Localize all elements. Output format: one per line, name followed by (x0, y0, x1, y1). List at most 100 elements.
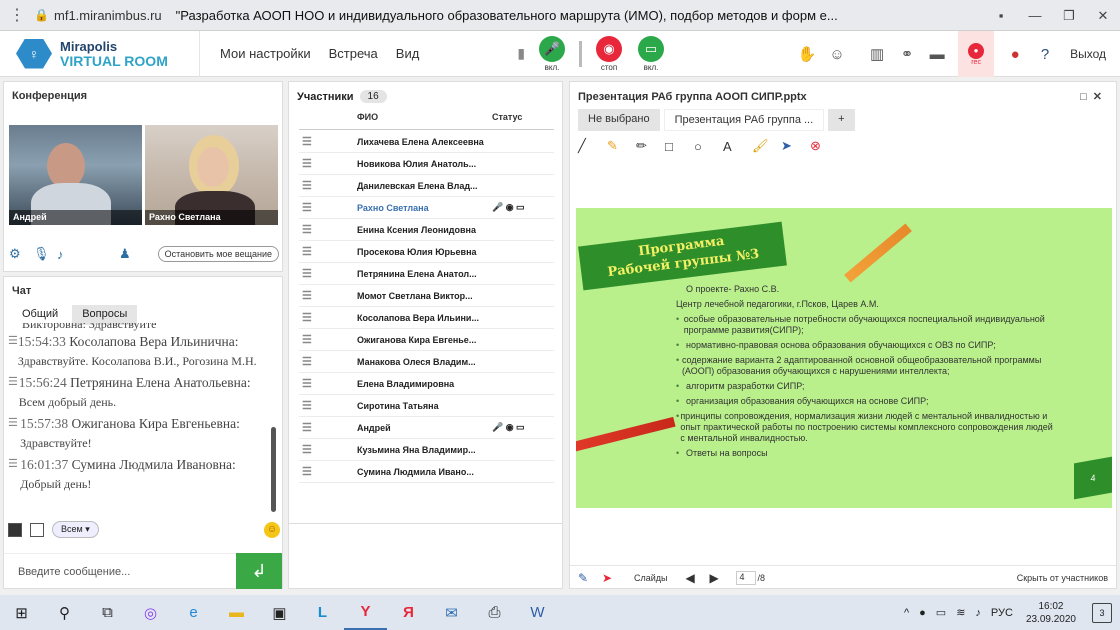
volume-slider[interactable] (579, 40, 583, 67)
webcam-settings-icon[interactable]: ⚙ (9, 246, 33, 262)
speaker-settings-icon[interactable]: ♪ (57, 247, 81, 262)
background-color-button[interactable] (30, 522, 44, 537)
lingvo-icon[interactable]: L (301, 604, 344, 621)
participant-row[interactable]: ☰ Кузьмина Яна Владимир... (299, 439, 554, 461)
participant-row[interactable]: ☰ Елена Владимировна (299, 373, 554, 395)
text-tool-icon[interactable]: A (723, 139, 752, 154)
chart-icon[interactable]: ▥ (862, 45, 892, 63)
tab-general[interactable]: Общий (12, 305, 69, 325)
row-handle-icon[interactable]: ☰ (299, 135, 357, 148)
windows-start-icon[interactable]: ⊞ (0, 604, 43, 622)
edge-icon[interactable]: e (172, 604, 215, 621)
store-icon[interactable]: ▣ (258, 604, 301, 622)
participant-row[interactable]: ☰ Енина Ксения Леонидовна (299, 219, 554, 241)
page-input[interactable]: 4 (735, 570, 756, 585)
emoji-picker-icon[interactable]: ☺ (264, 521, 280, 538)
participant-row[interactable]: ☰ Данилевская Елена Влад... (299, 175, 554, 197)
col-name[interactable]: ФИО (357, 112, 492, 129)
row-handle-icon[interactable]: ☰ (299, 333, 357, 346)
exit-button[interactable]: Выход (1070, 47, 1106, 61)
folder-icon[interactable]: ▬ (922, 46, 952, 63)
participant-row[interactable]: ☰ Просекова Юлия Юрьевна (299, 241, 554, 263)
add-tab-button[interactable]: + (828, 109, 855, 131)
screen-share-toggle[interactable]: ▭ вкл. (638, 35, 665, 72)
recipient-select[interactable]: Всем ▾ (52, 521, 99, 538)
file-explorer-icon[interactable]: ▬ (215, 604, 258, 621)
emoji-icon[interactable]: ☺ (822, 46, 852, 63)
participant-row[interactable]: ☰ Сиротина Татьяна (299, 395, 554, 417)
panel-window-controls[interactable]: □✕ (1080, 90, 1108, 103)
col-status[interactable]: Статус (492, 112, 522, 129)
participant-row[interactable]: ☰ Лихачева Елена Алексеевна (299, 131, 554, 153)
pen-icon[interactable]: ✎ (578, 571, 602, 585)
yandex-icon[interactable]: Я (387, 604, 430, 621)
network-icon[interactable]: ⚭ (892, 45, 922, 63)
camera-toggle[interactable]: ◉ стоп (596, 35, 623, 72)
tray-mic-icon[interactable]: ● (919, 607, 926, 619)
video-tile[interactable]: Рахно Светлана (145, 125, 278, 225)
nav-view[interactable]: Вид (396, 46, 420, 61)
chat-scrollbar[interactable] (271, 427, 276, 512)
row-handle-icon[interactable]: ☰ (299, 443, 357, 456)
tray-chevron-icon[interactable]: ^ (904, 607, 909, 619)
participant-row[interactable]: ☰ Косолапова Вера Ильини... (299, 307, 554, 329)
participant-row[interactable]: ☰ Андрей 🎤 ◉ ▭ (299, 417, 554, 439)
line-tool-icon[interactable]: ╱ (578, 138, 607, 154)
lock-icon[interactable]: 🔒 (34, 8, 54, 22)
help-icon[interactable]: ? (1030, 46, 1060, 63)
send-button[interactable]: ↲ (236, 553, 282, 589)
pointer-tool-icon[interactable]: ➤ (781, 138, 810, 154)
row-handle-icon[interactable]: ☰ (299, 289, 357, 302)
tab-presentation[interactable]: Презентация РАб группа ... (663, 109, 825, 131)
battery-icon[interactable]: ▭ (936, 606, 946, 619)
volume-icon[interactable]: ♪ (975, 607, 981, 619)
mic-settings-icon[interactable]: 🎙 (33, 246, 57, 262)
yandex-browser-icon[interactable]: Y (344, 595, 387, 630)
prev-slide-icon[interactable]: ◀ (686, 571, 710, 585)
row-handle-icon[interactable]: ☰ (299, 245, 357, 258)
slides-label[interactable]: Слайды (634, 573, 668, 583)
participant-row[interactable]: ☰ Сумина Людмила Ивано... (299, 461, 554, 483)
row-handle-icon[interactable]: ☰ (299, 311, 357, 324)
participant-row[interactable]: ☰ Петрянина Елена Анатол... (299, 263, 554, 285)
mail-icon[interactable]: ✉ (430, 604, 473, 622)
row-handle-icon[interactable]: ☰ (299, 465, 357, 478)
row-handle-icon[interactable]: ☰ (299, 421, 357, 434)
text-color-button[interactable] (8, 522, 22, 537)
clear-tool-icon[interactable]: ⊗ (810, 138, 839, 154)
printer-icon[interactable]: ⎙ (473, 604, 516, 621)
participant-row[interactable]: ☰ Манакова Олеся Владим... (299, 351, 554, 373)
tab-not-selected[interactable]: Не выбрано (578, 109, 660, 131)
brush-tool-icon[interactable]: 🖌 (752, 138, 781, 154)
row-handle-icon[interactable]: ☰ (299, 179, 357, 192)
raise-hand-icon[interactable]: ✋ (792, 45, 822, 63)
task-view-icon[interactable]: ⧉ (86, 604, 129, 621)
participant-row[interactable]: ☰ Новикова Юлия Анатоль... (299, 153, 554, 175)
ellipse-tool-icon[interactable]: ○ (694, 139, 723, 154)
user-icon[interactable]: ♟ (119, 246, 143, 262)
more-vert-icon[interactable]: ⋮ (0, 5, 34, 25)
participant-row[interactable]: ☰ Рахно Светлана 🎤 ◉ ▭ (299, 197, 554, 219)
record-button[interactable]: ● rec (958, 31, 995, 77)
minimize-icon[interactable]: — (1018, 8, 1052, 23)
mic-toggle[interactable]: 🎤 вкл. (539, 35, 566, 72)
participant-row[interactable]: ☰ Ожиганова Кира Евгенье... (299, 329, 554, 351)
language-flag-icon[interactable]: ● (1000, 46, 1030, 63)
row-handle-icon[interactable]: ☰ (299, 157, 357, 170)
url-text[interactable]: mf1.miranimbus.ru (54, 8, 162, 23)
row-handle-icon[interactable]: ☰ (299, 377, 357, 390)
cursor-icon[interactable]: ➤ (602, 571, 626, 585)
participant-row[interactable]: ☰ Момот Светлана Виктор... (299, 285, 554, 307)
next-slide-icon[interactable]: ▶ (710, 571, 734, 585)
row-handle-icon[interactable]: ☰ (299, 399, 357, 412)
search-icon[interactable]: ⚲ (43, 604, 86, 622)
marker-tool-icon[interactable]: ✎ (607, 138, 636, 154)
maximize-icon[interactable]: ❐ (1052, 8, 1086, 24)
stop-broadcast-button[interactable]: Остановить мое вещание (157, 246, 279, 262)
clock[interactable]: 16:02 23.09.2020 (1026, 600, 1076, 626)
alice-icon[interactable]: ◎ (129, 604, 172, 622)
row-handle-icon[interactable]: ☰ (299, 223, 357, 236)
nav-meeting[interactable]: Встреча (329, 46, 378, 61)
rectangle-tool-icon[interactable]: □ (665, 139, 694, 154)
pencil-tool-icon[interactable]: ✏ (636, 138, 665, 154)
